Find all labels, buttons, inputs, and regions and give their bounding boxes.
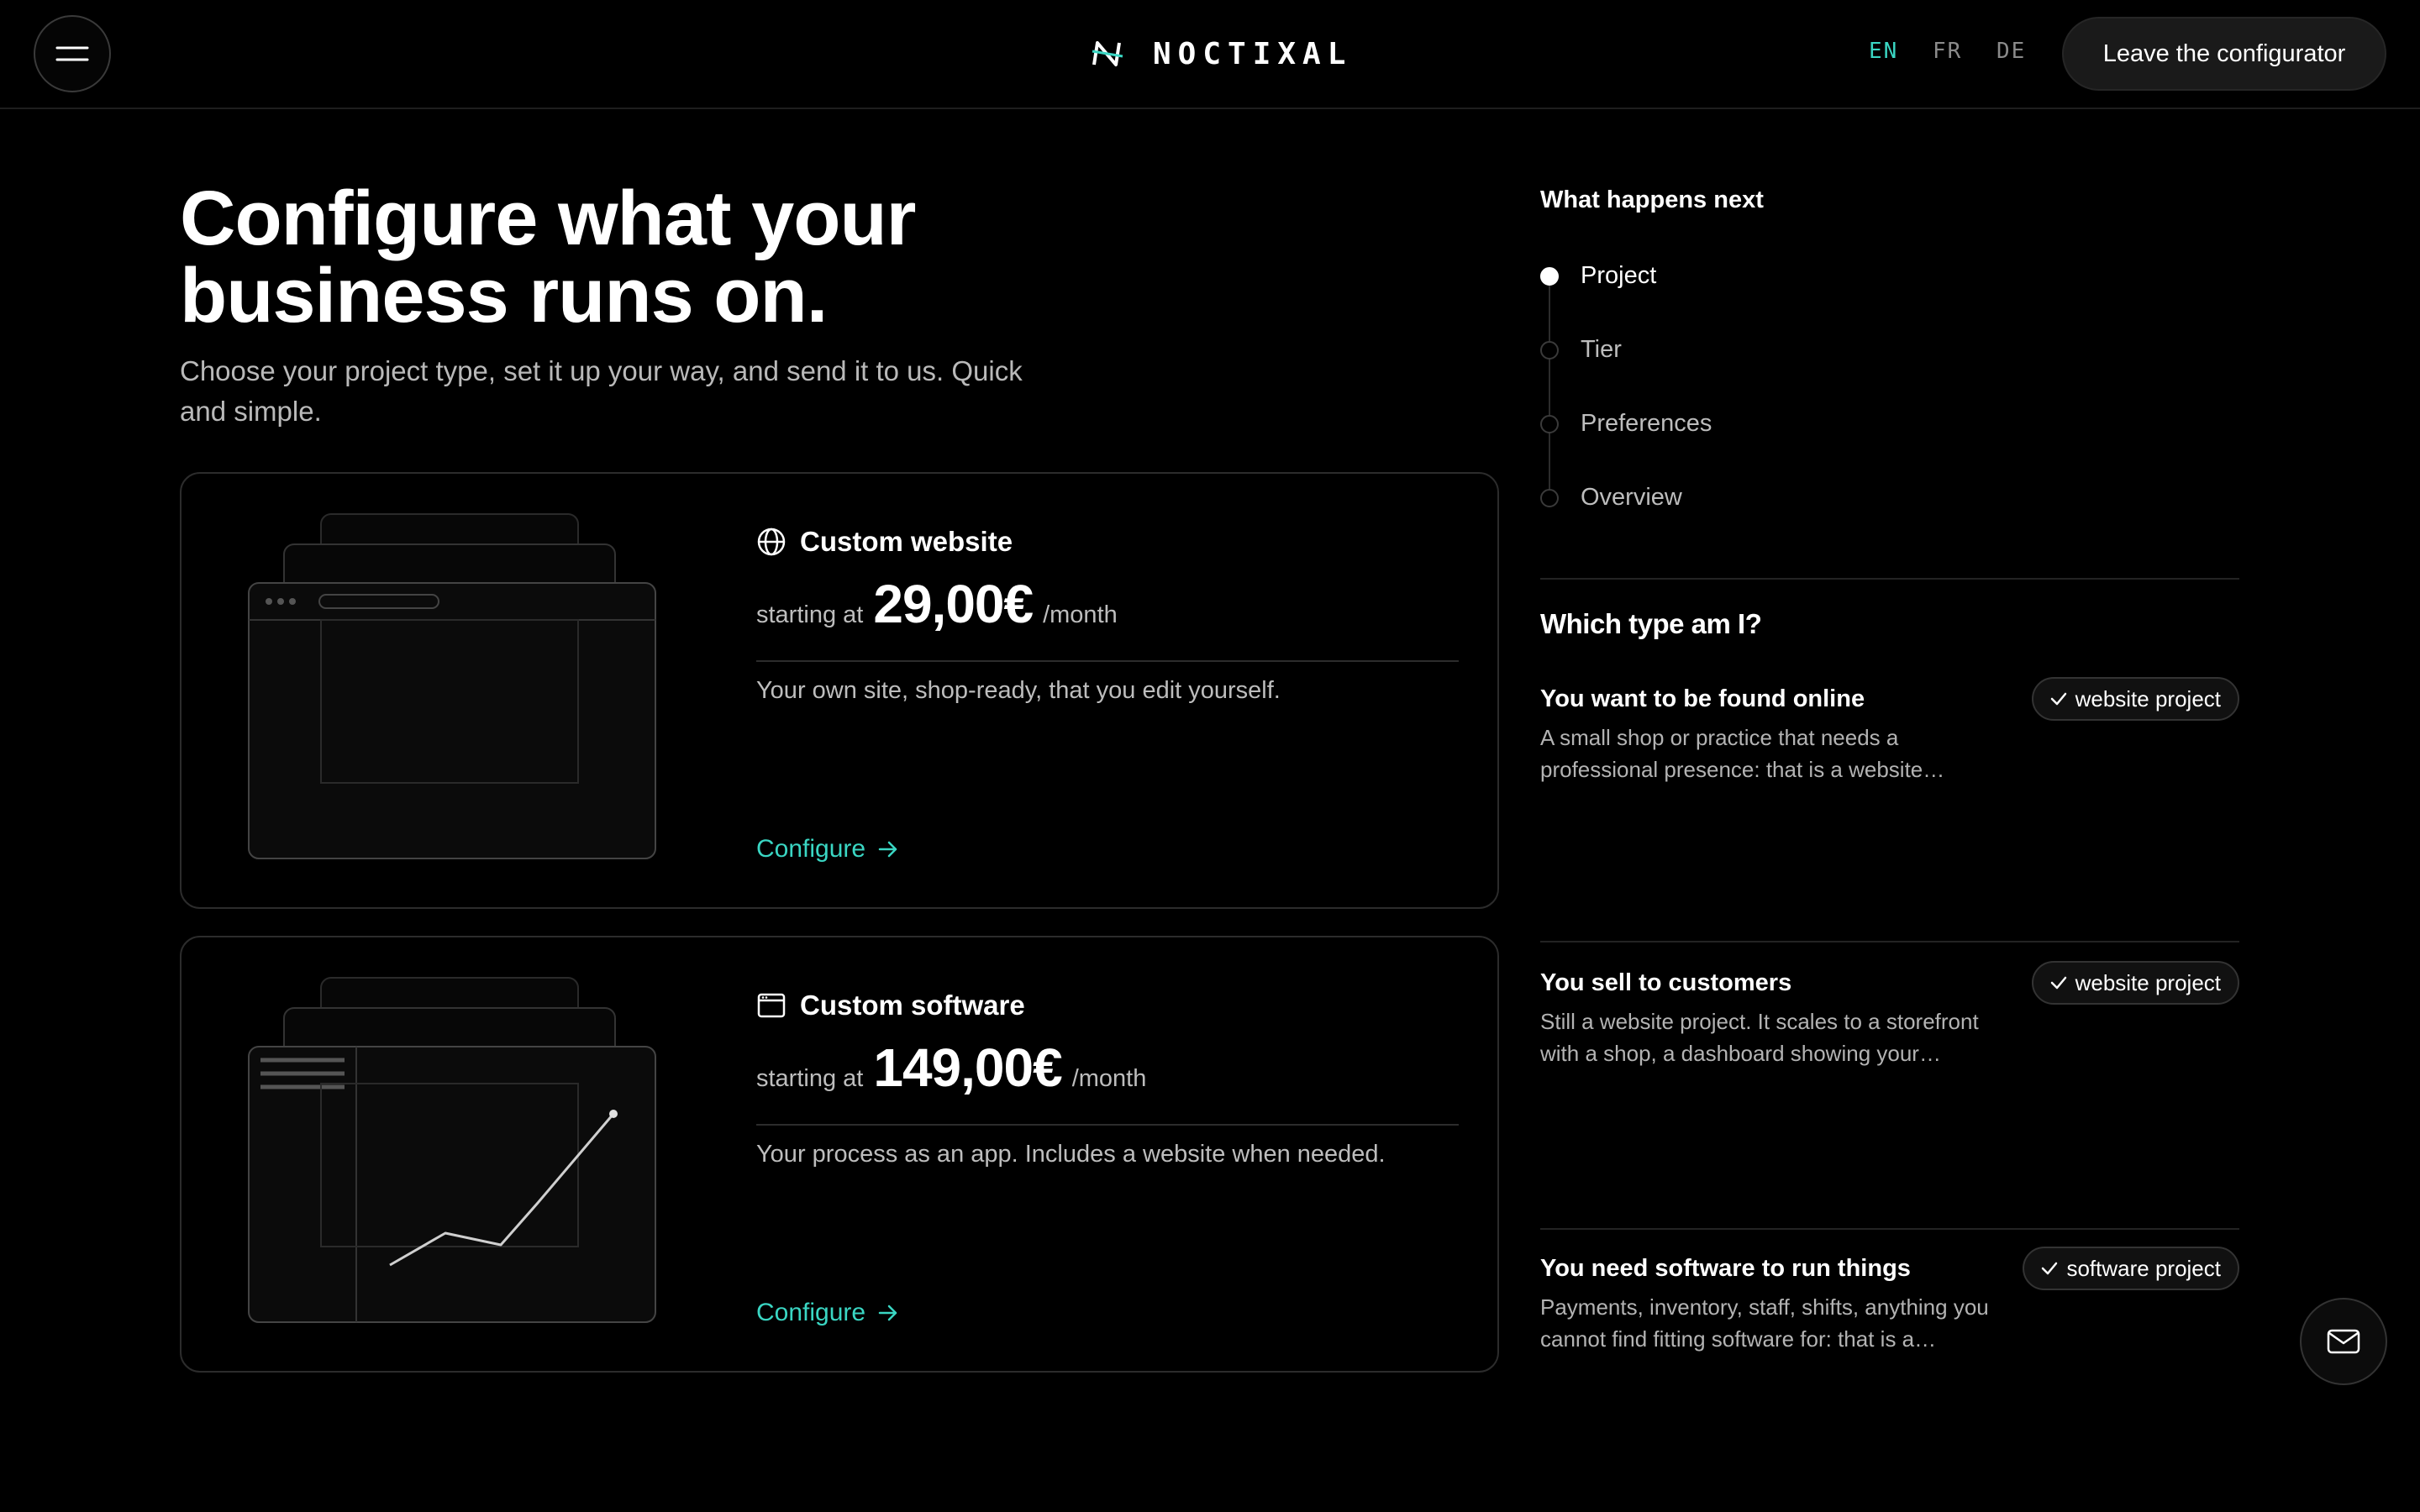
price-suffix: /month: [1043, 601, 1118, 628]
hint-text: Still a website project. It scales to a …: [1540, 1009, 1979, 1066]
menu-button[interactable]: [34, 15, 111, 92]
price-value: 149,00€: [873, 1037, 1062, 1098]
mail-icon: [2327, 1329, 2360, 1354]
step-dot-icon: [1540, 488, 1559, 507]
page-title-line-1: Configure what your: [180, 176, 916, 261]
step-label: Tier: [1581, 336, 1622, 363]
arrow-right-icon: [878, 1305, 897, 1321]
app-window-icon: [757, 993, 786, 1018]
top-bar: NOCTIXAL EN FR DE Leave the configurator: [0, 0, 2420, 109]
step-tier[interactable]: Tier: [1540, 336, 1622, 364]
arrow-right-icon: [878, 841, 897, 858]
logo-mark-icon: [1092, 41, 1123, 66]
custom-website-card[interactable]: Custom website starting at 29,00€ /month…: [180, 472, 1499, 909]
price-row: starting at 149,00€ /month: [756, 1037, 1146, 1099]
software-project-badge[interactable]: software project: [2023, 1247, 2239, 1290]
price-prefix: starting at: [756, 601, 864, 628]
website-illustration: [248, 513, 656, 859]
card-description: Your own site, shop-ready, that you edit…: [756, 677, 1281, 704]
price-row: starting at 29,00€ /month: [756, 573, 1118, 635]
lang-de[interactable]: DE: [1996, 39, 2026, 64]
divider: [1540, 1228, 2239, 1230]
hint-text: A small shop or practice that needs a pr…: [1540, 725, 1945, 782]
configure-software-link[interactable]: Configure: [756, 1299, 899, 1327]
which-type-heading: Which type am I?: [1540, 608, 1762, 639]
divider: [1540, 578, 2239, 580]
website-project-badge[interactable]: website project: [2031, 961, 2239, 1005]
steps-connector: [1549, 286, 1550, 501]
badge-label: website project: [2075, 969, 2221, 995]
custom-software-card[interactable]: Custom software starting at 149,00€ /mon…: [180, 936, 1499, 1373]
divider: [756, 1124, 1459, 1126]
page-title-line-2: business runs on.: [180, 253, 828, 339]
what-happens-next-heading: What happens next: [1540, 186, 1764, 213]
price-prefix: starting at: [756, 1065, 864, 1092]
card-description: Your process as an app. Includes a websi…: [756, 1141, 1386, 1168]
configure-website-link[interactable]: Configure: [756, 835, 899, 864]
website-project-badge[interactable]: website project: [2031, 677, 2239, 721]
price-value: 29,00€: [873, 574, 1034, 634]
brand-logo[interactable]: NOCTIXAL: [1091, 34, 1352, 74]
type-hint-found-online: You want to be found online A small shop…: [1540, 677, 2239, 785]
type-hint-run-things: You need software to run things Payments…: [1540, 1247, 2239, 1355]
software-illustration: [248, 977, 656, 1323]
custom-website-header: Custom website: [756, 526, 1013, 558]
hamburger-icon: [55, 46, 89, 61]
step-preferences[interactable]: Preferences: [1540, 410, 1712, 438]
step-dot-icon: [1540, 414, 1559, 433]
card-title: Custom software: [800, 990, 1025, 1021]
leave-configurator-button[interactable]: Leave the configurator: [2062, 17, 2386, 91]
step-label: Overview: [1581, 484, 1682, 511]
price-suffix: /month: [1071, 1065, 1147, 1092]
step-dot-icon: [1540, 266, 1559, 286]
card-title: Custom website: [800, 526, 1013, 557]
step-project[interactable]: Project: [1540, 262, 1656, 290]
custom-software-header: Custom software: [756, 990, 1025, 1021]
step-label: Project: [1581, 262, 1657, 289]
check-icon: [2050, 976, 2066, 990]
contact-mail-button[interactable]: [2300, 1298, 2387, 1385]
hint-text: Payments, inventory, staff, shifts, anyt…: [1540, 1294, 1989, 1352]
lang-fr[interactable]: FR: [1933, 39, 1962, 64]
check-icon: [2050, 692, 2066, 706]
configure-label: Configure: [756, 835, 866, 863]
divider: [1540, 941, 2239, 942]
badge-label: software project: [2066, 1255, 2221, 1281]
check-icon: [2042, 1262, 2058, 1275]
step-overview[interactable]: Overview: [1540, 484, 1682, 512]
page-title: Configure what your business runs on.: [180, 180, 1188, 334]
step-label: Preferences: [1581, 410, 1712, 437]
lang-en[interactable]: EN: [1869, 39, 1898, 64]
brand-name: NOCTIXAL: [1153, 36, 1353, 71]
page-subtitle: Choose your project type, set it up your…: [180, 355, 1023, 427]
badge-label: website project: [2075, 685, 2221, 711]
configure-label: Configure: [756, 1299, 866, 1326]
type-hint-sell-customers: You sell to customers Still a website pr…: [1540, 961, 2239, 1069]
divider: [756, 660, 1459, 662]
globe-icon: [757, 528, 786, 556]
step-dot-icon: [1540, 340, 1559, 360]
